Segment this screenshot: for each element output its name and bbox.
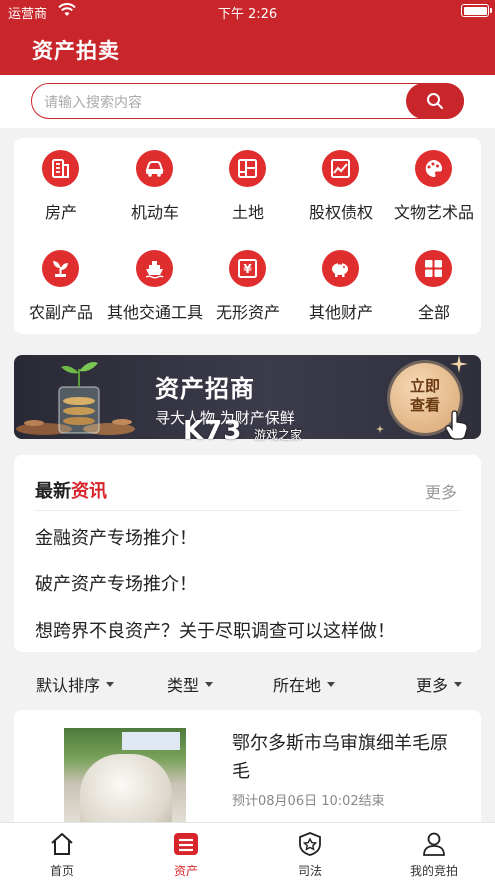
car-icon [136,150,173,187]
filter-more[interactable]: 更多 [416,672,463,696]
sparkle-icon [376,425,384,433]
tab-label: 资产 [173,864,198,878]
listing-title: 鄂尔多斯市乌审旗细羊毛原毛 [232,733,448,782]
news-heading-accent: 资讯 [71,481,107,502]
category-transport[interactable]: 其他交通工具 [107,238,203,328]
category-label: 全部 [417,303,450,322]
divider [34,510,461,511]
piggy-bank-icon [322,250,359,287]
search-icon [427,92,443,109]
building-icon [42,150,79,187]
category-label: 其他财产 [308,303,373,322]
promo-banner[interactable]: 资产招商 寻大人物 为财产保鲜 立即 查看 [14,355,481,439]
category-land[interactable]: 土地 [201,138,295,228]
bottom-tab-bar: 首页 资产 司法 我的竞拍 [0,822,495,882]
category-art[interactable]: 文物艺术品 [387,138,481,228]
hand-pointer-icon [445,410,468,440]
category-agri[interactable]: 农副产品 [14,238,108,328]
category-vehicle[interactable]: 机动车 [108,138,202,228]
palette-icon [415,150,452,187]
news-section: 最新资讯 更多 金融资产专场推介！ 破产资产专场推介！ 想跨界不良资产？关于尽职… [14,455,481,652]
coins-plant-illustration [16,362,135,435]
filter-type[interactable]: 类型 [167,672,214,696]
status-bar: 运营商 下午 2:26 [0,0,495,22]
battery-icon [461,4,492,17]
svg-text:¥: ¥ [243,262,252,276]
caret-down-icon [327,682,336,687]
news-item[interactable]: 想跨界不良资产？关于尽职调查可以这样做！ [35,617,395,643]
category-label: 文物艺术品 [393,203,474,222]
judicial-badge-icon [299,832,321,856]
listing-card[interactable]: 鄂尔多斯市乌审旗细羊毛原毛 预计08月06日 10:02结束 [14,710,481,830]
tab-label: 司法 [297,864,322,878]
filter-label: 类型 [167,676,200,695]
yen-icon: ¥ [229,250,266,287]
news-heading: 最新资讯 [35,477,107,503]
watermark-subtitle: 游戏之家 [254,428,303,442]
asset-list-icon [174,833,198,855]
category-grid: 房产 机动车 土地 股权债权 文物艺术品 农副产品 其他交通工具 ¥ 无形资产 … [14,138,481,334]
search-bar: 请输入搜索内容 [0,75,495,128]
category-equity[interactable]: 股权债权 [294,138,388,228]
sparkle-icon [450,355,468,373]
home-icon [51,833,73,855]
search-button[interactable] [406,82,464,119]
news-heading-part: 最新 [35,481,71,502]
clock: 下午 2:26 [217,7,278,22]
category-label: 土地 [231,203,264,222]
category-house[interactable]: 房产 [14,138,108,228]
land-grid-icon [229,150,266,187]
page-title: 资产拍卖 [32,39,120,63]
category-label: 其他交通工具 [106,303,203,322]
filter-location[interactable]: 所在地 [273,672,336,696]
category-label: 股权债权 [308,203,373,222]
category-label: 机动车 [130,203,179,222]
tab-home[interactable]: 首页 [0,823,124,882]
tab-assets[interactable]: 资产 [124,823,248,882]
ship-icon [136,250,173,287]
filter-sort[interactable]: 默认排序 [36,672,115,696]
search-input[interactable]: 请输入搜索内容 [31,82,464,119]
sign-image [122,732,180,750]
news-item[interactable]: 金融资产专场推介！ [35,524,197,550]
listing-end-time: 预计08月06日 10:02结束 [232,794,385,809]
filter-label: 所在地 [273,676,322,695]
listing-thumbnail [64,728,186,830]
category-label: 房产 [44,203,77,222]
category-all[interactable]: 全部 [387,238,481,328]
caret-down-icon [205,682,214,687]
filter-label: 更多 [416,676,449,695]
caret-down-icon [106,682,115,687]
category-label: 无形资产 [215,303,280,322]
tab-judicial[interactable]: 司法 [248,823,372,882]
wool-image [80,754,172,830]
tab-label: 我的竞拍 [409,864,458,878]
watermark-logo: K73 [183,416,243,446]
tab-my-auctions[interactable]: 我的竞拍 [372,823,495,882]
filter-bar: 默认排序 类型 所在地 更多 [0,660,495,706]
category-intangible[interactable]: ¥ 无形资产 [201,238,295,328]
tab-label: 首页 [49,864,74,878]
banner-title: 资产招商 [155,375,255,403]
user-icon [423,832,445,856]
chart-icon [322,150,359,187]
grid-icon [415,250,452,287]
news-more-link[interactable]: 更多 [425,479,457,503]
category-label: 农副产品 [28,303,93,322]
search-placeholder: 请输入搜索内容 [44,95,142,111]
plant-icon [42,250,79,287]
filter-label: 默认排序 [36,676,101,695]
app-header: 运营商 下午 2:26 资产拍卖 [0,0,495,75]
category-other-property[interactable]: 其他财产 [294,238,388,328]
news-item[interactable]: 破产资产专场推介！ [35,570,197,596]
caret-down-icon [454,682,463,687]
